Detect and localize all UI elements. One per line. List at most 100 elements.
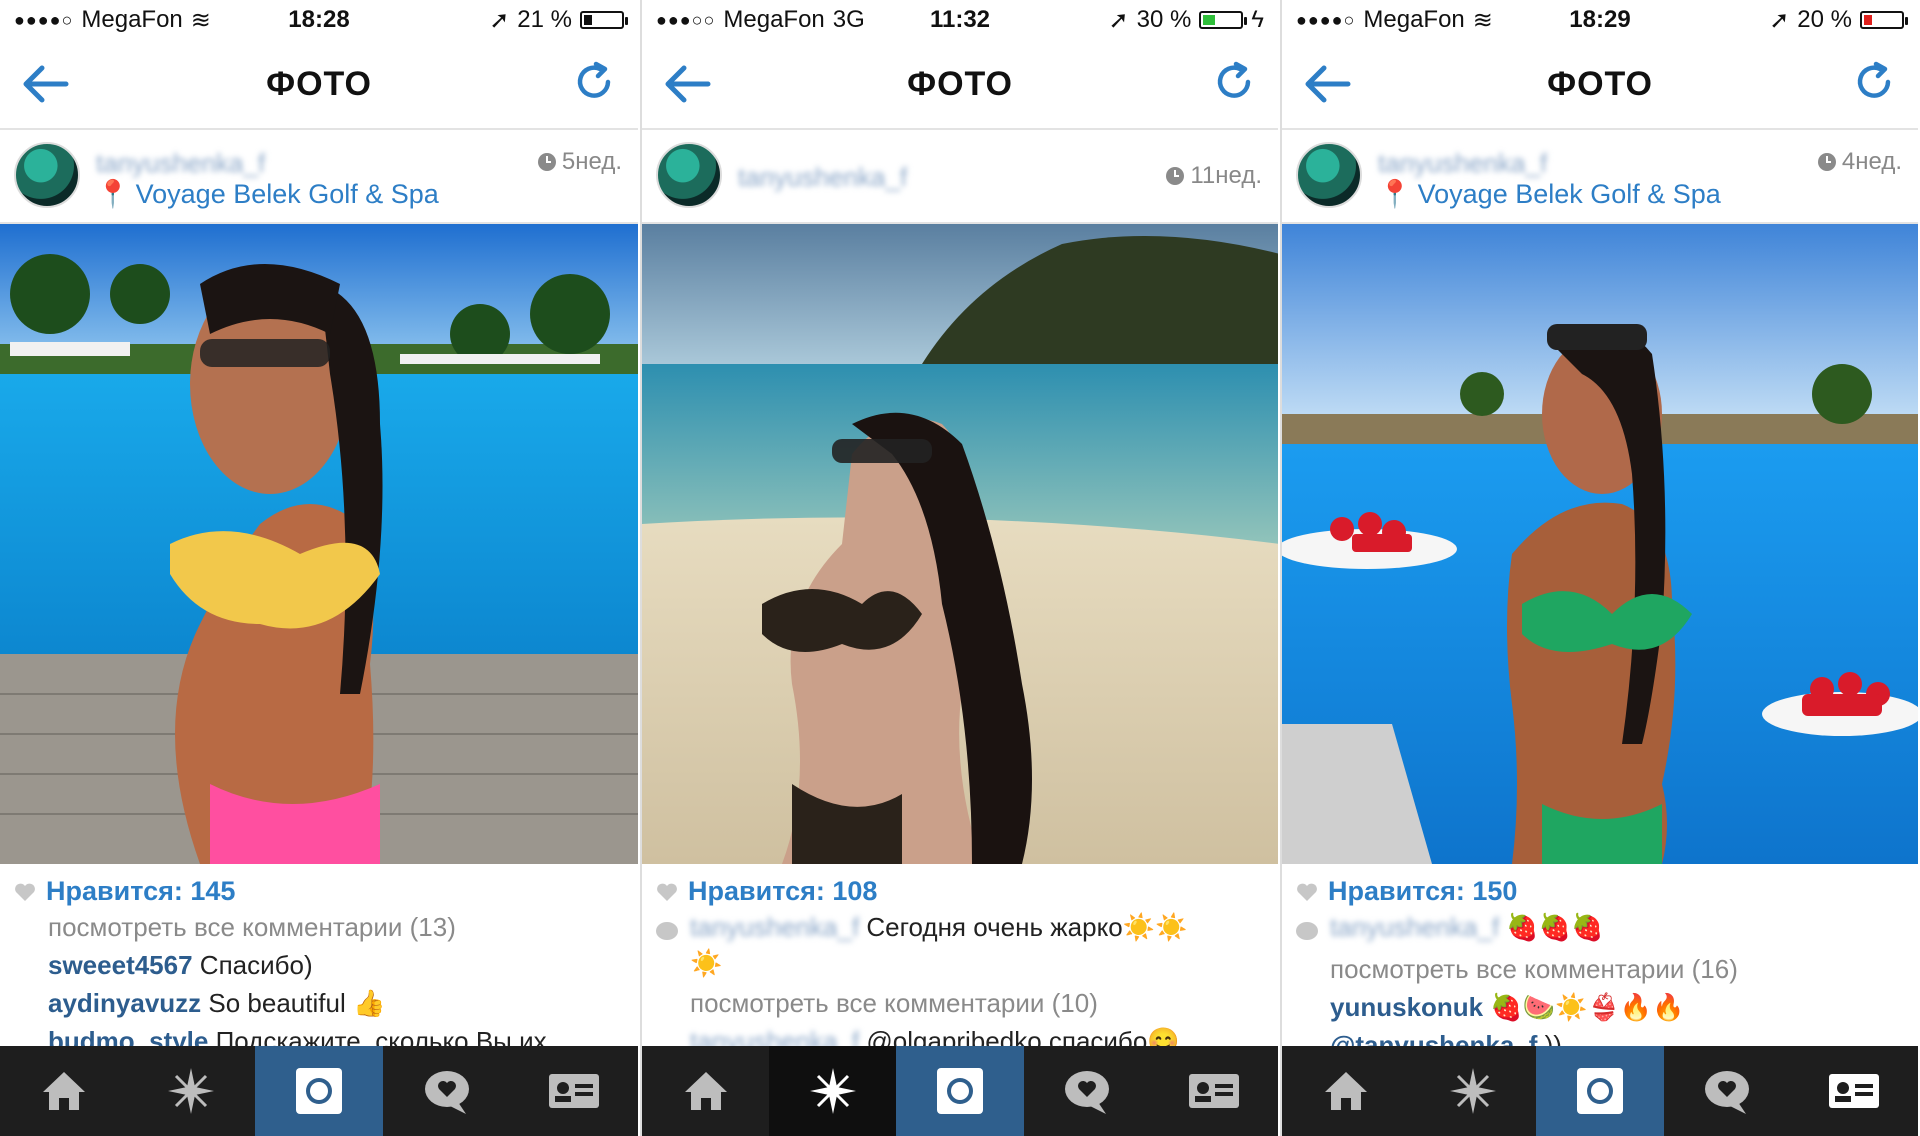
network-type: 3G	[832, 6, 865, 33]
explore-icon	[809, 1068, 856, 1114]
post-username[interactable]: tanyushenka_f	[1378, 148, 1547, 179]
post-photo[interactable]	[1282, 224, 1918, 864]
likes-row[interactable]: Нравится: 150	[1296, 876, 1517, 907]
tab-explore[interactable]	[769, 1046, 897, 1136]
clock: 18:28	[288, 6, 350, 33]
phone-screen-1: ●●●●○ MegaFon ≋ 18:28 ➚ 21 % ФОТО tanyushen…	[0, 0, 638, 1136]
home-icon	[684, 1072, 727, 1110]
activity-icon	[424, 1071, 469, 1114]
profile-icon	[1189, 1074, 1240, 1108]
avatar[interactable]	[14, 142, 80, 208]
location-arrow-icon: ➚	[1769, 6, 1790, 34]
post-username[interactable]: tanyushenka_f	[96, 148, 265, 179]
tab-explore[interactable]	[128, 1046, 256, 1136]
post-header: tanyushenka_f 📍 Voyage Belek Golf & Spa 5…	[0, 130, 638, 224]
carrier-label: MegaFon	[723, 6, 825, 33]
tab-home[interactable]	[0, 1046, 128, 1136]
camera-icon	[295, 1068, 342, 1114]
status-bar: ●●●●○ MegaFon ≋ 18:28 ➚ 21 %	[0, 0, 638, 40]
wifi-icon: ≋	[190, 6, 211, 34]
page-title: ФОТО	[1547, 64, 1653, 103]
post-time: 5нед.	[537, 148, 622, 176]
comment-bubble-icon	[1296, 922, 1318, 940]
back-arrow-icon[interactable]	[18, 62, 70, 106]
comment-bubble-icon	[656, 922, 678, 940]
tab-profile[interactable]	[1151, 1046, 1278, 1136]
refresh-icon[interactable]	[572, 60, 616, 104]
nav-bar: ФОТО	[1282, 40, 1918, 130]
explore-icon	[168, 1068, 215, 1114]
post-location[interactable]: 📍 Voyage Belek Golf & Spa	[96, 178, 439, 210]
activity-icon	[1705, 1071, 1750, 1114]
post-time: 4нед.	[1817, 148, 1902, 176]
post-photo[interactable]	[0, 224, 638, 864]
phone-screen-2: ●●●○○ MegaFon 3G 11:32 ➚ 30 % ϟ ФОТО tanyush…	[640, 0, 1278, 1136]
signal-icon: ●●●●○	[1296, 9, 1356, 30]
post-header: tanyushenka_f 📍 Voyage Belek Golf & Spa 4…	[1282, 130, 1918, 224]
tab-bar	[1282, 1046, 1918, 1136]
tab-bar	[0, 1046, 638, 1136]
view-all-comments-link[interactable]: посмотреть все комментарии (16)	[1330, 954, 1738, 985]
tab-camera[interactable]	[896, 1046, 1024, 1136]
tab-activity[interactable]	[383, 1046, 511, 1136]
battery-icon	[580, 11, 628, 29]
battery-icon	[1199, 11, 1248, 29]
profile-icon	[1829, 1074, 1880, 1108]
likes-row[interactable]: Нравится: 108	[656, 876, 877, 907]
tab-profile[interactable]	[510, 1046, 638, 1136]
view-all-comments-link[interactable]: посмотреть все комментарии (13)	[48, 912, 456, 943]
home-icon	[1324, 1072, 1367, 1110]
avatar[interactable]	[1296, 142, 1362, 208]
carrier-label: MegaFon	[1363, 6, 1465, 33]
post-location[interactable]: 📍 Voyage Belek Golf & Spa	[1378, 178, 1721, 210]
pin-icon: 📍	[1378, 179, 1412, 209]
phone-screen-3: ●●●●○ MegaFon ≋ 18:29 ➚ 20 % ФОТО tanyushen…	[1280, 0, 1918, 1136]
tab-activity[interactable]	[1664, 1046, 1791, 1136]
pin-icon: 📍	[96, 179, 130, 209]
clock: 18:29	[1569, 6, 1631, 33]
comment-row: tanyushenka_f Сегодня очень жарко☀️☀️	[690, 912, 1188, 942]
avatar[interactable]	[656, 142, 722, 208]
wifi-icon: ≋	[1472, 6, 1493, 34]
tab-explore[interactable]	[1409, 1046, 1536, 1136]
comment-row: sweeet4567 Спасибо)	[48, 950, 313, 980]
heart-icon	[1297, 883, 1317, 901]
nav-bar: ФОТО	[0, 40, 638, 130]
view-all-comments-link[interactable]: посмотреть все комментарии (10)	[690, 988, 1098, 1019]
tab-home[interactable]	[1282, 1046, 1409, 1136]
explore-icon	[1449, 1068, 1496, 1114]
clock-icon	[537, 153, 556, 171]
back-arrow-icon[interactable]	[660, 62, 712, 106]
clock-icon	[1166, 167, 1185, 185]
tab-camera[interactable]	[1536, 1046, 1664, 1136]
clock-icon	[1817, 153, 1836, 171]
post-header: tanyushenka_f 11нед.	[642, 130, 1278, 224]
clock: 11:32	[929, 6, 991, 33]
tab-home[interactable]	[642, 1046, 769, 1136]
battery-percent: 30 %	[1136, 6, 1192, 33]
heart-icon	[657, 883, 677, 901]
comment-continuation: ☀️	[690, 948, 723, 978]
page-title: ФОТО	[907, 64, 1013, 103]
back-arrow-icon[interactable]	[1300, 62, 1352, 106]
charging-icon: ϟ	[1251, 6, 1264, 33]
likes-row[interactable]: Нравится: 145	[14, 876, 235, 907]
signal-icon: ●●●●○	[14, 9, 74, 30]
tab-activity[interactable]	[1024, 1046, 1151, 1136]
battery-icon	[1860, 11, 1908, 29]
camera-icon	[937, 1068, 983, 1114]
camera-icon	[1577, 1068, 1623, 1114]
post-username[interactable]: tanyushenka_f	[738, 162, 907, 193]
tab-camera[interactable]	[255, 1046, 383, 1136]
status-bar: ●●●●○ MegaFon ≋ 18:29 ➚ 20 %	[1282, 0, 1918, 40]
activity-icon	[1065, 1071, 1110, 1114]
post-photo[interactable]	[642, 224, 1278, 864]
screenshot-collage: ●●●●○ MegaFon ≋ 18:28 ➚ 21 % ФОТО tanyushen…	[0, 0, 1920, 1136]
tab-profile[interactable]	[1791, 1046, 1918, 1136]
comment-row: aydinyavuzz So beautiful 👍	[48, 988, 386, 1018]
profile-icon	[549, 1074, 600, 1108]
refresh-icon[interactable]	[1212, 60, 1256, 104]
signal-icon: ●●●○○	[656, 9, 716, 30]
page-title: ФОТО	[266, 64, 372, 103]
refresh-icon[interactable]	[1852, 60, 1896, 104]
